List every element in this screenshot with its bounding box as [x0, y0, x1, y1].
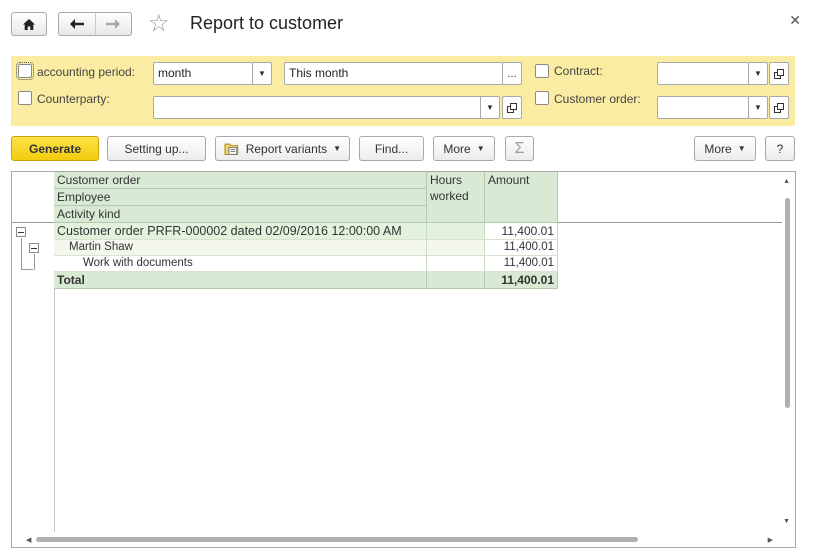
generate-button[interactable]: Generate	[11, 136, 99, 161]
tree-line	[34, 254, 35, 270]
row-employee-hours[interactable]	[427, 240, 485, 256]
row-order-hours[interactable]	[427, 223, 485, 240]
star-icon[interactable]: ☆	[148, 11, 170, 37]
scroll-down-icon[interactable]: ▼	[783, 518, 790, 525]
back-button[interactable]	[59, 13, 96, 35]
period-kind-dropdown[interactable]: ▼	[252, 62, 272, 85]
chevron-down-icon: ▼	[258, 69, 266, 78]
report-variants-icon	[224, 143, 239, 155]
row-employee-amount[interactable]: 11,400.01	[485, 240, 558, 256]
contract-checkbox[interactable]	[535, 64, 549, 78]
help-button[interactable]: ?	[765, 136, 795, 161]
period-value-field[interactable]: This month	[284, 62, 503, 85]
header-activity-kind: Activity kind	[54, 206, 427, 223]
more-label: More	[443, 141, 471, 156]
counterparty-dropdown[interactable]: ▼	[480, 96, 500, 119]
vertical-scrollbar[interactable]	[785, 198, 790, 408]
table-row-order[interactable]: Customer order PRFR-000002 dated 02/09/2…	[54, 223, 427, 240]
header-customer-order: Customer order	[54, 172, 427, 189]
total-hours[interactable]	[427, 272, 485, 289]
collapse-icon[interactable]	[16, 227, 26, 237]
horizontal-scrollbar[interactable]	[36, 537, 638, 542]
tree-line	[21, 269, 33, 270]
chevron-down-icon: ▼	[754, 69, 762, 78]
arrow-left-icon	[69, 19, 84, 29]
chevron-down-icon: ▼	[333, 144, 341, 153]
table-row-employee[interactable]: Martin Shaw	[54, 240, 427, 256]
contract-field[interactable]	[657, 62, 749, 85]
customer-order-dropdown[interactable]: ▼	[748, 96, 768, 119]
find-button[interactable]: Find...	[359, 136, 424, 161]
home-button[interactable]	[11, 12, 47, 36]
open-icon	[507, 102, 517, 113]
customer-order-checkbox[interactable]	[535, 91, 549, 105]
forward-button[interactable]	[96, 13, 132, 35]
collapse-icon[interactable]	[29, 243, 39, 253]
tree-line	[21, 238, 22, 270]
accounting-period-checkbox[interactable]	[16, 62, 34, 80]
sigma-icon[interactable]: Σ	[505, 136, 534, 161]
row-activity-hours[interactable]	[427, 256, 485, 272]
contract-dropdown[interactable]: ▼	[748, 62, 768, 85]
scroll-right-icon[interactable]: ▶	[768, 536, 773, 544]
more-button[interactable]: More ▼	[433, 136, 495, 161]
filter-panel: accounting period: month ▼ This month ..…	[11, 56, 795, 126]
header-hours-worked: Hours worked	[427, 172, 485, 223]
header-employee: Employee	[54, 189, 427, 206]
report-variants-label: Report variants	[245, 141, 328, 156]
contract-label: Contract:	[554, 64, 603, 78]
contract-open-button[interactable]	[769, 62, 789, 85]
period-kind-field[interactable]: month	[153, 62, 253, 85]
report-spreadsheet[interactable]: Customer order Employee Activity kind Ho…	[11, 171, 796, 548]
setting-up-button[interactable]: Setting up...	[107, 136, 206, 161]
total-label[interactable]: Total	[54, 272, 427, 289]
counterparty-field[interactable]	[153, 96, 487, 119]
history-nav	[58, 12, 132, 36]
scroll-left-icon[interactable]: ◀	[26, 536, 31, 544]
chevron-down-icon: ▼	[754, 103, 762, 112]
more-right-button[interactable]: More ▼	[694, 136, 756, 161]
customer-order-field[interactable]	[657, 96, 749, 119]
total-amount[interactable]: 11,400.01	[485, 272, 558, 289]
table-row-activity[interactable]: Work with documents	[54, 256, 427, 272]
counterparty-label: Counterparty:	[37, 92, 110, 106]
counterparty-open-button[interactable]	[502, 96, 522, 119]
row-order-amount[interactable]: 11,400.01	[485, 223, 558, 240]
customer-order-open-button[interactable]	[769, 96, 789, 119]
chevron-down-icon: ▼	[476, 144, 485, 153]
chevron-down-icon: ▼	[737, 144, 746, 153]
more-right-label: More	[704, 141, 732, 156]
scroll-up-icon[interactable]: ▲	[783, 178, 790, 185]
accounting-period-label: accounting period:	[37, 65, 136, 79]
period-select-button[interactable]: ...	[502, 62, 522, 85]
chevron-down-icon: ▼	[486, 103, 494, 112]
arrow-right-icon	[106, 19, 121, 29]
counterparty-checkbox[interactable]	[18, 91, 32, 105]
home-icon	[23, 18, 35, 30]
row-activity-amount[interactable]: 11,400.01	[485, 256, 558, 272]
close-icon[interactable]: ✕	[789, 12, 801, 29]
open-icon	[774, 102, 784, 113]
open-icon	[774, 68, 784, 79]
header-amount: Amount	[485, 172, 558, 223]
report-variants-button[interactable]: Report variants ▼	[215, 136, 350, 161]
page-title: Report to customer	[190, 13, 344, 33]
customer-order-label: Customer order:	[554, 92, 641, 106]
